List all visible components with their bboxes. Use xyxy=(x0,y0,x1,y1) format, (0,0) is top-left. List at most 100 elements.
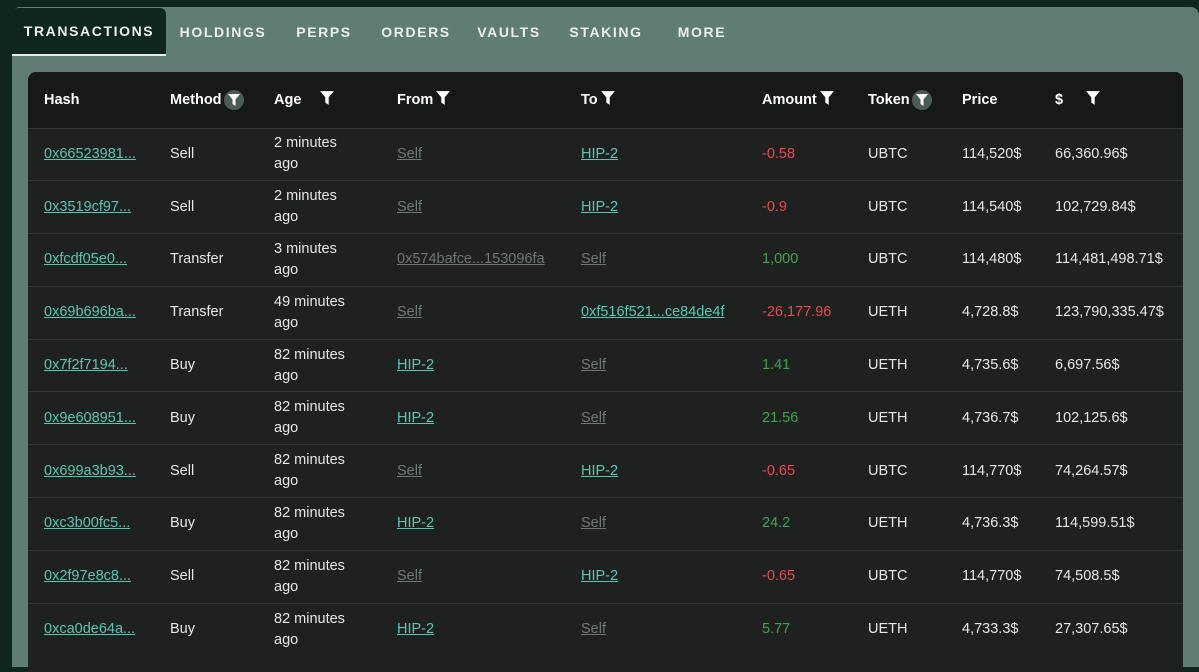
to-address-link[interactable]: HIP-2 xyxy=(581,568,618,584)
method-cell: Transfer xyxy=(170,304,224,321)
transactions-table: Hash Method Age From To Amount Token Pri… xyxy=(28,72,1183,672)
tab-perps[interactable]: PERPS xyxy=(280,8,368,56)
from-cell: Self xyxy=(381,128,565,181)
to-address-link[interactable]: HIP-2 xyxy=(581,146,618,162)
column-label: $ xyxy=(1055,91,1064,108)
tab-transactions[interactable]: TRANSACTIONS xyxy=(12,8,166,56)
to-filter-icon[interactable] xyxy=(600,90,616,110)
from-address-link[interactable]: HIP-2 xyxy=(397,621,434,637)
table-row: 0x69b696ba... Transfer 49 minutes ago Self 0… xyxy=(28,286,1183,339)
column-label: To xyxy=(581,91,598,108)
price-cell: 114,540$ xyxy=(962,198,1022,215)
from-address-link[interactable]: HIP-2 xyxy=(397,357,434,373)
to-cell: Self xyxy=(565,603,746,656)
column-header-usd: $ xyxy=(1039,72,1183,128)
amount-cell: -0.9 xyxy=(762,198,787,215)
price-cell: 4,733.3$ xyxy=(962,621,1019,638)
tab-holdings[interactable]: HOLDINGS xyxy=(166,8,280,56)
age-cell: 49 minutes ago xyxy=(274,293,345,331)
from-address-link[interactable]: HIP-2 xyxy=(397,410,434,426)
amount-cell: 21.56 xyxy=(762,409,799,426)
usd-value-cell: 74,508.5$ xyxy=(1055,568,1120,585)
to-address-link[interactable]: 0xf516f521...ce84de4f xyxy=(581,304,725,320)
from-cell: Self xyxy=(381,445,565,498)
to-cell: HIP-2 xyxy=(565,181,746,234)
from-address-link[interactable]: Self xyxy=(397,568,422,584)
method-filter-icon[interactable] xyxy=(223,89,244,110)
token-cell: UETH xyxy=(868,621,908,638)
table-row: 0xca0de64a... Buy 82 minutes ago HIP-2 Self 5… xyxy=(28,603,1183,656)
table-row: 0xfcdf05e0... Transfer 3 minutes ago 0x574b… xyxy=(28,233,1183,287)
from-filter-icon[interactable] xyxy=(435,90,451,110)
tab-orders[interactable]: ORDERS xyxy=(368,8,464,56)
tab-more[interactable]: MORE xyxy=(658,8,746,56)
usd-filter-icon[interactable] xyxy=(1085,90,1101,110)
amount-filter-icon[interactable] xyxy=(819,90,835,110)
usd-value-cell: 123,790,335.47$ xyxy=(1055,304,1164,321)
from-address-link[interactable]: HIP-2 xyxy=(397,515,434,531)
usd-value-cell: 114,481,498.71$ xyxy=(1055,251,1163,268)
tx-hash-link[interactable]: 0xca0de64a... xyxy=(44,621,135,637)
amount-cell: -0.65 xyxy=(762,462,796,479)
column-header-price: Price xyxy=(946,72,1039,128)
tx-hash-link[interactable]: 0x7f2f7194... xyxy=(44,357,128,373)
from-cell: Self xyxy=(381,550,565,603)
column-header-method: Method xyxy=(154,72,258,128)
from-cell: Self xyxy=(381,181,565,234)
from-cell: HIP-2 xyxy=(381,392,565,445)
age-cell: 82 minutes ago xyxy=(274,610,345,648)
table-row: 0x66523981... Sell 2 minutes ago Self HIP-2 -… xyxy=(28,128,1183,181)
method-cell: Buy xyxy=(170,409,195,426)
price-cell: 4,735.6$ xyxy=(962,357,1019,374)
column-header-hash: Hash xyxy=(28,72,154,128)
column-label: Method xyxy=(170,91,222,108)
to-address-link[interactable]: HIP-2 xyxy=(581,199,618,215)
tab-staking[interactable]: STAKING xyxy=(554,8,658,56)
token-cell: UBTC xyxy=(868,462,908,479)
token-cell: UETH xyxy=(868,409,908,426)
token-cell: UBTC xyxy=(868,198,908,215)
from-address-link[interactable]: Self xyxy=(397,199,422,215)
tab-vaults[interactable]: VAULTS xyxy=(464,8,554,56)
to-cell: Self xyxy=(565,339,746,392)
from-cell: HIP-2 xyxy=(381,603,565,656)
to-address-link[interactable]: HIP-2 xyxy=(581,463,618,479)
tx-hash-link[interactable]: 0x66523981... xyxy=(44,146,136,162)
age-filter-icon[interactable] xyxy=(319,90,335,110)
to-address-link[interactable]: Self xyxy=(581,515,606,531)
age-cell: 82 minutes ago xyxy=(274,346,345,384)
tx-hash-link[interactable]: 0x3519cf97... xyxy=(44,199,131,215)
from-cell: Self xyxy=(381,286,565,339)
method-cell: Sell xyxy=(170,568,195,585)
tx-hash-link[interactable]: 0x69b696ba... xyxy=(44,304,136,320)
to-address-link[interactable]: Self xyxy=(581,251,606,267)
table-row: 0xc3b00fc5... Buy 82 minutes ago HIP-2 Self 2… xyxy=(28,497,1183,551)
column-label: Hash xyxy=(44,91,80,108)
from-address-link[interactable]: Self xyxy=(397,146,422,162)
tx-hash-link[interactable]: 0xc3b00fc5... xyxy=(44,515,130,531)
hash-cell: 0x69b696ba... xyxy=(28,286,154,339)
tx-hash-link[interactable]: 0xfcdf05e0... xyxy=(44,251,127,267)
table-row: 0x7f2f7194... Buy 82 minutes ago HIP-2 Self 1… xyxy=(28,339,1183,392)
to-cell: HIP-2 xyxy=(565,445,746,498)
column-label: Price xyxy=(962,91,998,108)
token-cell: UBTC xyxy=(868,145,908,162)
tx-hash-link[interactable]: 0x2f97e8c8... xyxy=(44,568,131,584)
to-address-link[interactable]: Self xyxy=(581,621,606,637)
tx-hash-link[interactable]: 0x699a3b93... xyxy=(44,463,136,479)
tx-hash-link[interactable]: 0x9e608951... xyxy=(44,410,136,426)
token-filter-icon[interactable] xyxy=(911,89,932,110)
token-cell: UETH xyxy=(868,515,908,532)
column-header-to: To xyxy=(565,72,746,128)
usd-value-cell: 114,599.51$ xyxy=(1055,515,1135,532)
from-cell: 0x574bafce...153096fa xyxy=(381,234,565,287)
method-cell: Sell xyxy=(170,462,195,479)
to-cell: HIP-2 xyxy=(565,128,746,181)
from-address-link[interactable]: Self xyxy=(397,304,422,320)
from-address-link[interactable]: 0x574bafce...153096fa xyxy=(397,251,545,267)
to-address-link[interactable]: Self xyxy=(581,357,606,373)
from-address-link[interactable]: Self xyxy=(397,463,422,479)
to-address-link[interactable]: Self xyxy=(581,410,606,426)
price-cell: 114,770$ xyxy=(962,462,1022,479)
usd-value-cell: 27,307.65$ xyxy=(1055,621,1128,638)
